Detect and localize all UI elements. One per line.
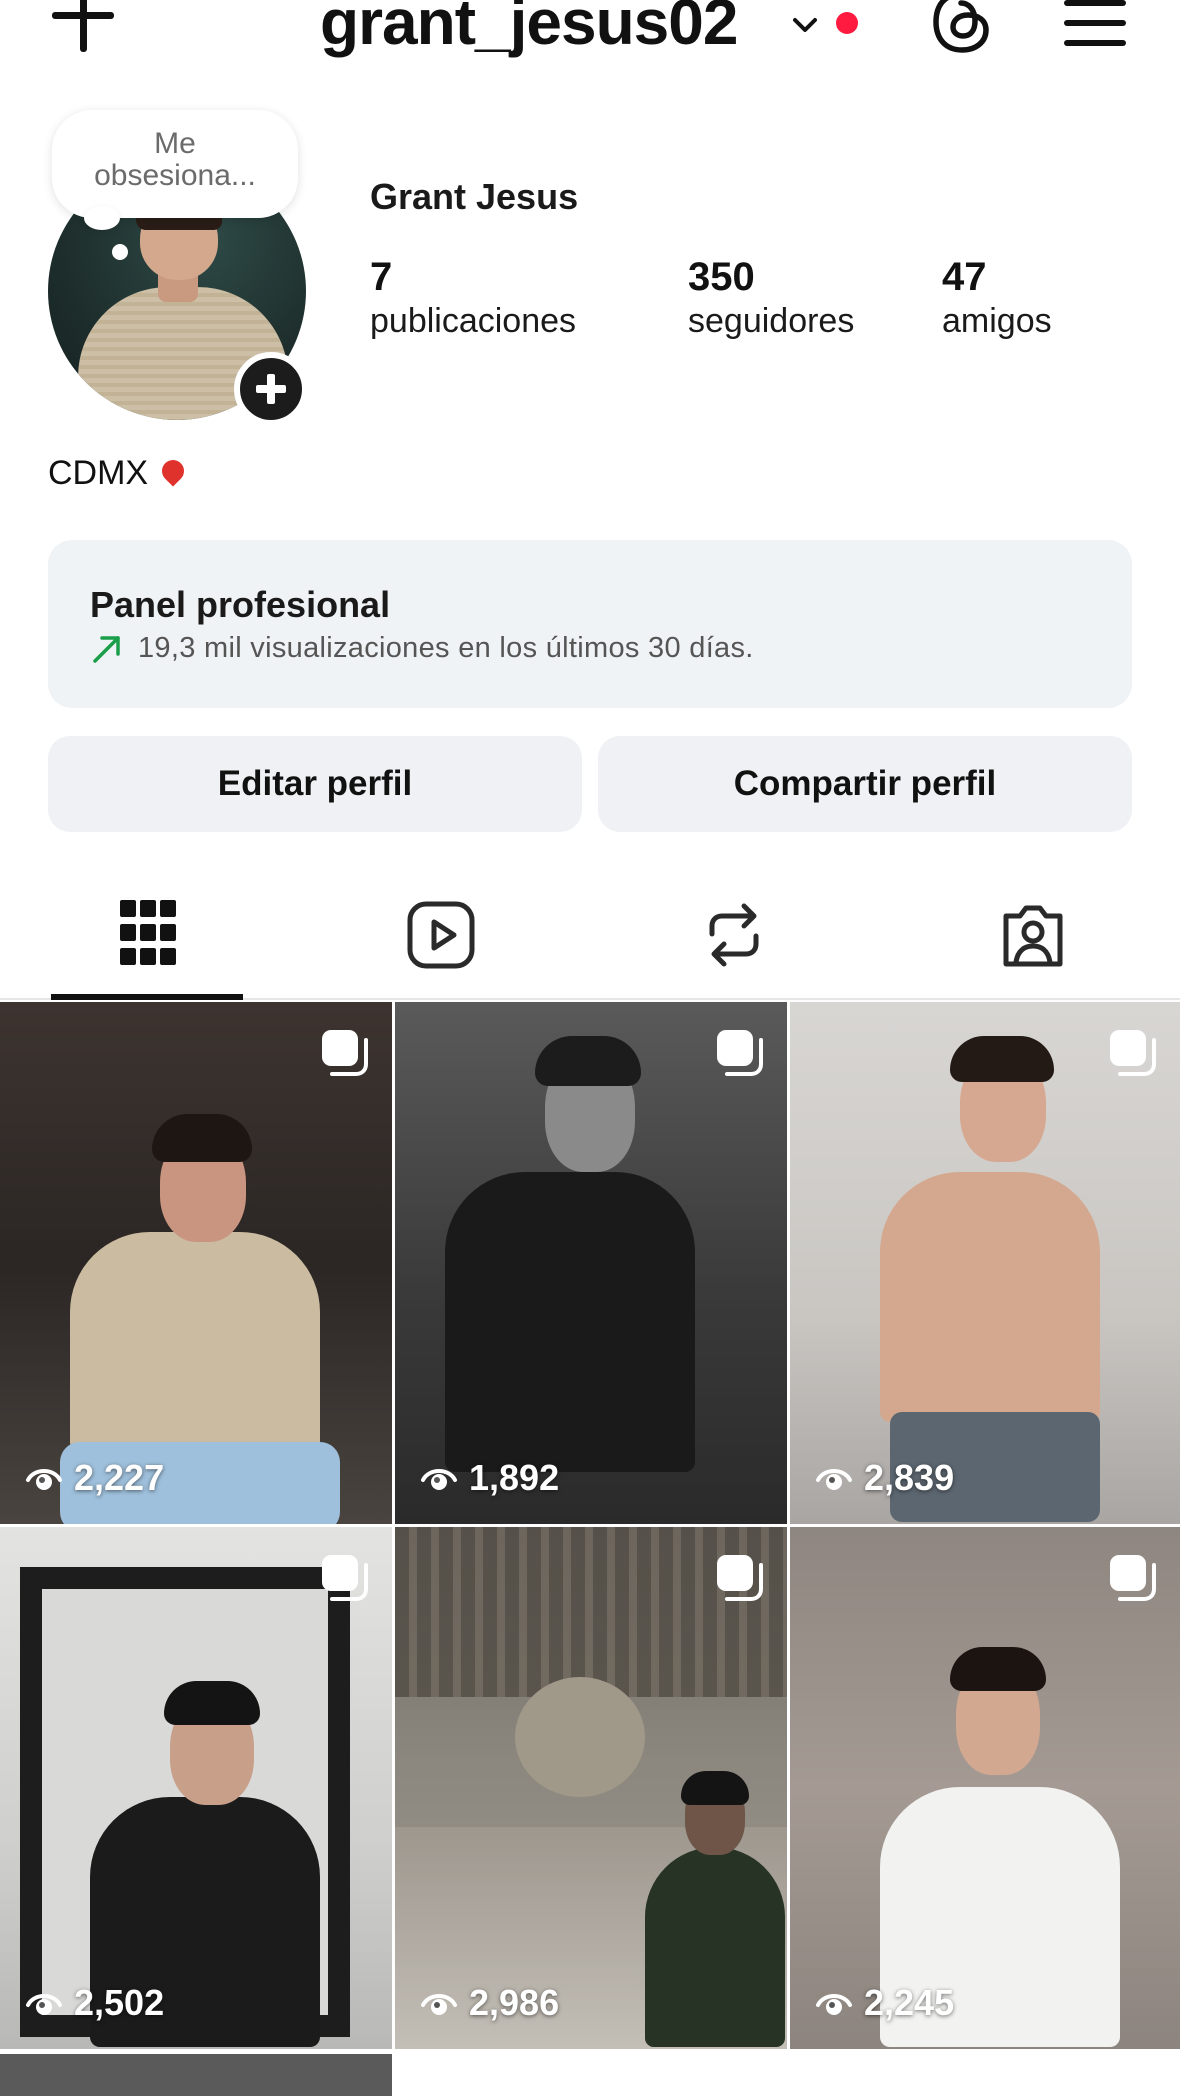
- stat-friends[interactable]: 47 amigos: [942, 254, 1052, 342]
- profile-display-name: Grant Jesus: [370, 176, 579, 217]
- post-views-number: 2,839: [864, 1457, 955, 1498]
- account-username[interactable]: grant_jesus02: [320, 0, 738, 60]
- stat-friends-label: amigos: [942, 302, 1052, 340]
- post-thumbnail[interactable]: 2,245: [790, 1527, 1180, 2049]
- bio-text: CDMX: [48, 454, 149, 492]
- stat-followers-label: seguidores: [688, 302, 855, 340]
- pro-panel-title: Panel profesional: [90, 584, 391, 625]
- profile-note-text: Me obsesiona...: [94, 127, 256, 192]
- tab-reels[interactable]: [340, 880, 540, 1000]
- grid-icon: [120, 900, 176, 965]
- grid-empty-cell: [395, 2054, 787, 2096]
- note-bubble-tail-dot: [112, 244, 128, 260]
- views-eye-icon: [421, 1994, 457, 2015]
- location-pin-icon: [157, 455, 189, 487]
- profile-tabs: [0, 880, 1180, 1000]
- post-views-number: 2,986: [469, 1982, 560, 2023]
- stat-followers-count: 350: [688, 255, 755, 299]
- repost-icon: [709, 903, 759, 967]
- threads-icon[interactable]: [928, 0, 996, 56]
- views-eye-icon: [816, 1994, 852, 2015]
- multiple-photos-icon: [717, 1030, 763, 1076]
- multiple-photos-icon: [1110, 1030, 1156, 1076]
- post-view-count: 2,502: [24, 1982, 165, 2023]
- stat-posts-count: 7: [370, 255, 393, 299]
- reels-icon: [407, 901, 475, 969]
- post-thumbnail[interactable]: 2,502: [0, 1527, 392, 2049]
- post-views-number: 2,227: [74, 1457, 165, 1498]
- post-thumbnail-partial[interactable]: [0, 2054, 392, 2096]
- trend-up-arrow-icon: [93, 636, 120, 663]
- views-eye-icon: [26, 1469, 62, 1490]
- post-thumbnail[interactable]: 1,892: [395, 1002, 787, 1524]
- stat-friends-count: 47: [942, 255, 987, 299]
- stat-followers[interactable]: 350 seguidores: [688, 254, 854, 342]
- post-view-count: 1,892: [419, 1457, 560, 1498]
- multiple-photos-icon: [717, 1555, 763, 1601]
- stat-posts[interactable]: 7 publicaciones: [370, 254, 576, 342]
- active-tab-indicator: [51, 994, 243, 1000]
- post-thumbnail[interactable]: 2,986: [395, 1527, 787, 2049]
- create-plus-icon[interactable]: [50, 0, 116, 58]
- multiple-photos-icon: [1110, 1555, 1156, 1601]
- post-thumbnail[interactable]: 2,227: [0, 1002, 392, 1524]
- top-bar: grant_jesus02: [0, 0, 1180, 80]
- note-bubble-tail: [84, 206, 120, 230]
- views-eye-icon: [816, 1469, 852, 1490]
- menu-icon[interactable]: [1064, 0, 1126, 48]
- post-views-number: 2,245: [864, 1982, 955, 2023]
- post-view-count: 2,839: [814, 1457, 955, 1498]
- multiple-photos-icon: [322, 1555, 368, 1601]
- post-view-count: 2,986: [419, 1982, 560, 2023]
- views-eye-icon: [421, 1469, 457, 1490]
- profile-note-bubble[interactable]: Me obsesiona...: [52, 110, 298, 218]
- share-profile-button[interactable]: Compartir perfil: [598, 736, 1132, 832]
- add-story-plus-icon[interactable]: [234, 352, 308, 426]
- multiple-photos-icon: [322, 1030, 368, 1076]
- pro-panel-subtitle: 19,3 mil visualizaciones en los últimos …: [138, 632, 754, 664]
- tab-reposts[interactable]: [634, 880, 834, 1000]
- tagged-person-icon: [1003, 905, 1063, 967]
- post-thumbnail[interactable]: 2,839: [790, 1002, 1180, 1524]
- profile-bio: CDMX: [48, 454, 189, 493]
- post-views-number: 2,502: [74, 1982, 165, 2023]
- tab-tagged[interactable]: [930, 880, 1130, 1000]
- chevron-down-icon[interactable]: [790, 10, 820, 40]
- post-view-count: 2,245: [814, 1982, 955, 2023]
- tab-posts-grid[interactable]: [48, 880, 248, 1000]
- edit-profile-button[interactable]: Editar perfil: [48, 736, 582, 832]
- post-view-count: 2,227: [24, 1457, 165, 1498]
- notification-dot: [836, 12, 858, 34]
- post-views-number: 1,892: [469, 1457, 560, 1498]
- views-eye-icon: [26, 1994, 62, 2015]
- professional-dashboard-panel[interactable]: Panel profesional 19,3 mil visualizacion…: [48, 540, 1132, 708]
- stat-posts-label: publicaciones: [370, 302, 577, 340]
